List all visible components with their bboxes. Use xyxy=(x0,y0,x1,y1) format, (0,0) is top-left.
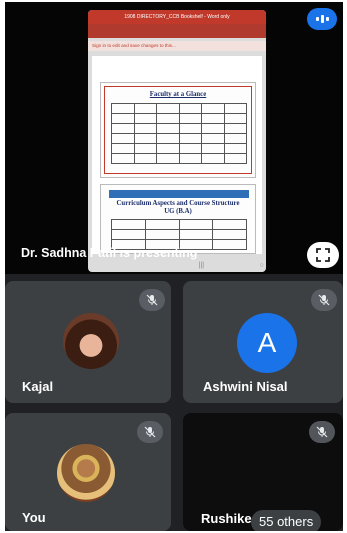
mic-off-indicator xyxy=(309,421,335,443)
mic-off-icon xyxy=(146,294,158,306)
avatar xyxy=(57,444,115,502)
mic-off-icon xyxy=(316,426,328,438)
mic-off-indicator xyxy=(311,289,337,311)
audio-level-bar xyxy=(320,15,324,23)
shared-screen: 1908 DIRECTORY_CCB Bookshelf - Word only… xyxy=(88,10,266,272)
shared-app-toolbar xyxy=(88,24,266,38)
document-page-2: Curriculum Aspects and Course Structure … xyxy=(100,184,256,254)
page-title: Curriculum Aspects and Course Structure xyxy=(116,200,240,207)
participant-name: Ashwini Nisal xyxy=(203,379,288,394)
shared-document: Faculty at a Glance Curriculum Aspects a… xyxy=(92,56,262,254)
shared-app-titlebar: 1908 DIRECTORY_CCB Bookshelf - Word only xyxy=(88,10,266,24)
mic-off-icon xyxy=(318,294,330,306)
presentation-area[interactable]: 1908 DIRECTORY_CCB Bookshelf - Word only… xyxy=(5,2,343,274)
document-page-1: Faculty at a Glance xyxy=(100,82,256,178)
shared-device-navbar: ||| ○ ‹ xyxy=(171,258,266,272)
faculty-table xyxy=(111,103,247,164)
participant-tile-rushikesh[interactable]: Rushikesh 55 others xyxy=(183,413,343,531)
recents-icon: ||| xyxy=(198,261,205,269)
participant-name: You xyxy=(22,510,46,525)
page-title: Faculty at a Glance xyxy=(149,91,207,98)
mic-off-indicator xyxy=(137,421,163,443)
mic-off-icon xyxy=(144,426,156,438)
audio-level-icon xyxy=(315,17,319,21)
mic-off-indicator xyxy=(139,289,165,311)
participant-tile-kajal[interactable]: Kajal xyxy=(5,281,171,403)
participant-tile-you[interactable]: You xyxy=(5,413,171,531)
participant-name: Kajal xyxy=(22,379,54,394)
page-subtitle: UG (B.A) xyxy=(164,208,192,215)
others-count-button[interactable]: 55 others xyxy=(251,510,322,531)
meet-screen: 1908 DIRECTORY_CCB Bookshelf - Word only… xyxy=(5,2,343,531)
audio-level-indicator xyxy=(307,8,337,30)
fullscreen-icon xyxy=(316,248,330,262)
page-header-bar xyxy=(109,190,249,198)
avatar xyxy=(63,313,119,369)
screenshot-frame: 1908 DIRECTORY_CCB Bookshelf - Word only… xyxy=(0,0,347,533)
avatar: A xyxy=(237,313,297,373)
presenter-label: Dr. Sadhna Patil is presenting xyxy=(21,246,198,260)
home-icon: ○ xyxy=(259,261,264,269)
participant-tile-ashwini[interactable]: A Ashwini Nisal xyxy=(183,281,343,403)
audio-level-bar xyxy=(325,17,329,21)
fullscreen-button[interactable] xyxy=(307,242,339,268)
shared-app-message: Sign in to edit and save changes to this… xyxy=(88,41,266,51)
